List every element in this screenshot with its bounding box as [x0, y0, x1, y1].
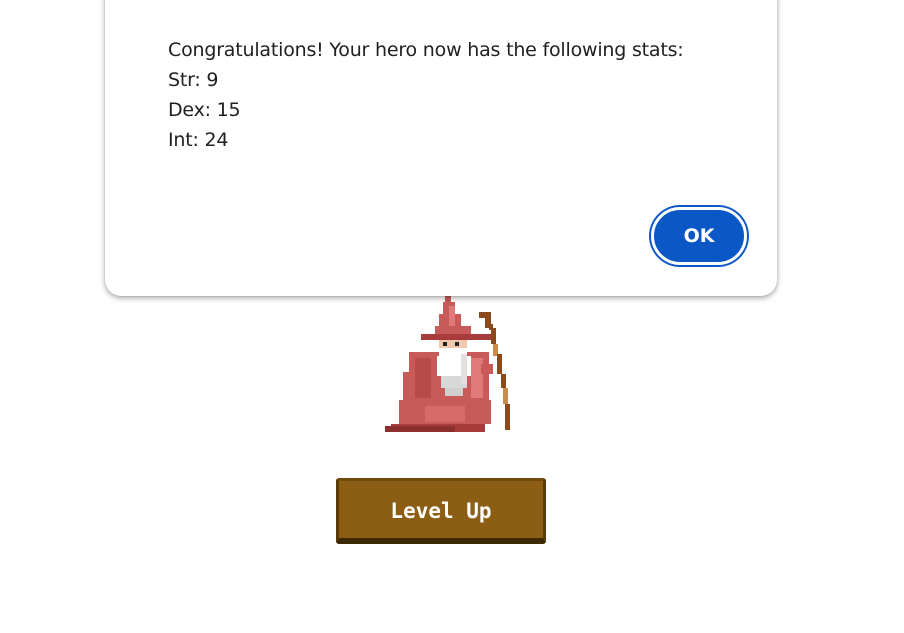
staff-top — [479, 312, 491, 318]
stat-dex-line: Dex: 15 — [168, 99, 241, 121]
game-page: Congratulations! Your hero now has the f… — [0, 0, 904, 633]
wizard-sprite-icon — [385, 296, 511, 432]
stat-str-line: Str: 9 — [168, 69, 219, 91]
staff-shaft — [491, 328, 496, 344]
alert-dialog: Congratulations! Your hero now has the f… — [105, 0, 777, 296]
hat-brim — [421, 334, 491, 340]
level-up-button[interactable]: Level Up — [336, 478, 546, 544]
hat-tip — [445, 296, 451, 302]
stat-int-line: Int: 24 — [168, 129, 229, 151]
dialog-message: Congratulations! Your hero now has the f… — [168, 35, 728, 155]
dialog-message-line: Congratulations! Your hero now has the f… — [168, 39, 684, 61]
ok-button[interactable]: OK — [651, 207, 747, 265]
